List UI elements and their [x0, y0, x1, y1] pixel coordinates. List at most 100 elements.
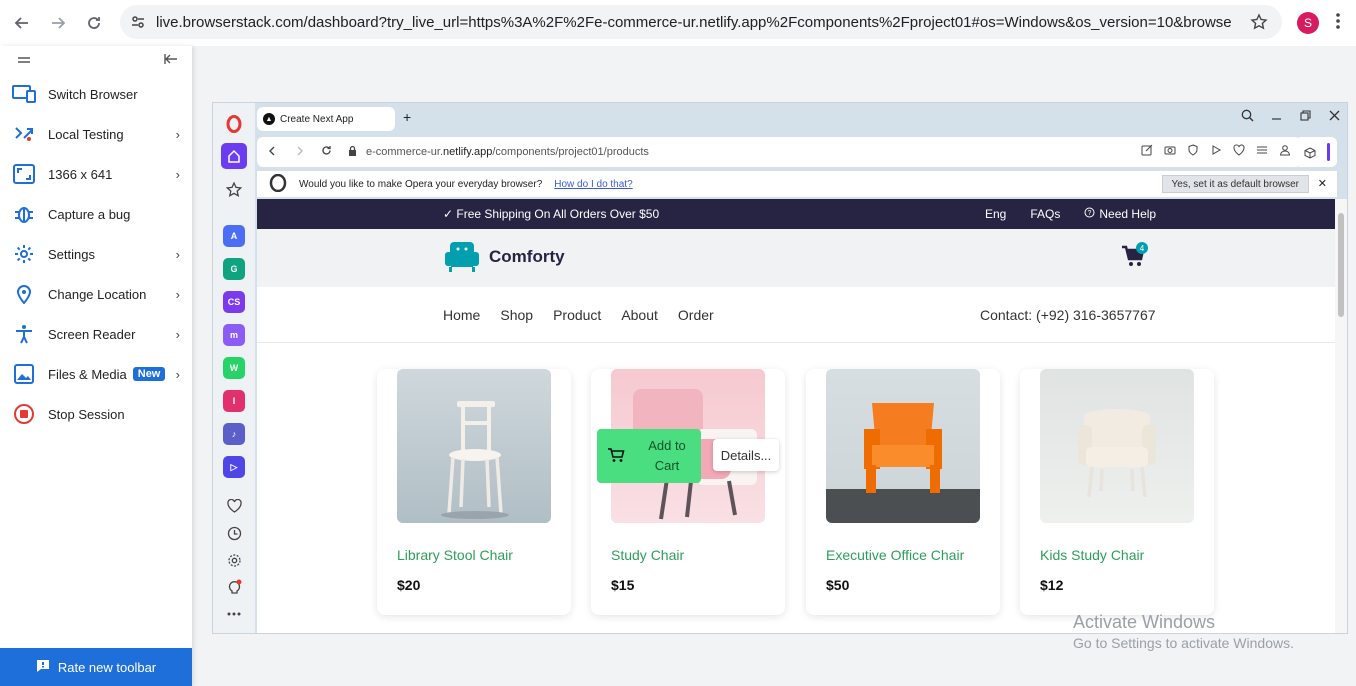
sidebar-item-label: Local Testing: [48, 126, 124, 142]
nav-product[interactable]: Product: [553, 307, 601, 323]
sidebar-item-screen-reader[interactable]: Screen Reader ›: [0, 314, 192, 354]
sofa-logo-icon: [445, 242, 479, 272]
site-logo[interactable]: Comforty: [443, 240, 565, 274]
url-text[interactable]: live.browserstack.com/dashboard?try_live…: [156, 14, 1231, 31]
chrome-menu-icon[interactable]: [1336, 12, 1340, 35]
opera-logo-icon[interactable]: [221, 111, 247, 137]
drag-handle-icon[interactable]: [18, 51, 30, 69]
play-icon[interactable]: [1210, 144, 1222, 159]
sidebar-item-files-media[interactable]: Files & Media New ›: [0, 354, 192, 394]
faqs-link[interactable]: FAQs: [1030, 207, 1060, 221]
set-default-button[interactable]: Yes, set it as default browser: [1161, 175, 1309, 193]
browser-tab[interactable]: ▲ Create Next App: [257, 107, 395, 131]
need-help-link[interactable]: ? Need Help: [1084, 207, 1156, 221]
nav-shop[interactable]: Shop: [500, 307, 533, 323]
product-name[interactable]: Study Chair: [611, 547, 684, 563]
sidebar-item-stop-session[interactable]: Stop Session: [0, 394, 192, 434]
search-icon[interactable]: [1241, 109, 1254, 125]
add-to-cart-button[interactable]: Add to Cart: [597, 429, 701, 483]
product-image[interactable]: [826, 369, 980, 523]
nav-order[interactable]: Order: [678, 307, 714, 323]
shield-icon[interactable]: [1187, 144, 1199, 159]
messenger-icon[interactable]: m: [221, 322, 247, 348]
sidebar-item-settings[interactable]: Settings ›: [0, 234, 192, 274]
lock-icon[interactable]: [348, 145, 357, 159]
product-image[interactable]: [397, 369, 551, 523]
product-name[interactable]: Executive Office Chair: [826, 547, 964, 563]
product-card[interactable]: Kids Study Chair $12: [1020, 369, 1214, 615]
instagram-icon[interactable]: I: [221, 388, 247, 414]
more-dots-icon[interactable]: [221, 601, 247, 627]
product-price: $50: [826, 577, 850, 593]
edit-icon[interactable]: [1141, 144, 1153, 159]
page-scrollbar[interactable]: [1335, 199, 1347, 633]
product-card[interactable]: Study Chair $15 Add to Cart Details...: [591, 369, 785, 615]
sidebar-item-change-location[interactable]: Change Location ›: [0, 274, 192, 314]
product-card[interactable]: Library Stool Chair $20: [377, 369, 571, 615]
aria-icon[interactable]: A: [221, 223, 247, 249]
opera-url[interactable]: e-commerce-ur.netlify.app/components/pro…: [366, 146, 649, 158]
nav-home[interactable]: Home: [443, 307, 480, 323]
chatgpt-icon[interactable]: G: [221, 256, 247, 282]
forward-button[interactable]: [40, 5, 76, 41]
chevron-right-icon: ›: [175, 166, 180, 182]
settings-gear-icon[interactable]: [221, 547, 247, 573]
product-price: $20: [397, 577, 421, 593]
local-testing-icon: [12, 122, 36, 146]
account-icon[interactable]: [1279, 144, 1291, 159]
music-player-icon[interactable]: ♪: [221, 421, 247, 447]
opera-address-bar[interactable]: e-commerce-ur.netlify.app/components/pro…: [257, 137, 1301, 167]
scrollbar-thumb[interactable]: [1338, 213, 1344, 317]
watermark-subtitle: Go to Settings to activate Windows.: [1073, 635, 1294, 651]
reload-icon[interactable]: [321, 145, 332, 159]
address-bar[interactable]: live.browserstack.com/dashboard?try_live…: [120, 5, 1282, 39]
language-selector[interactable]: Eng: [985, 207, 1006, 221]
reload-button[interactable]: [76, 5, 112, 41]
nav-about[interactable]: About: [621, 307, 658, 323]
heart-icon[interactable]: [221, 493, 247, 519]
new-tab-plus-icon[interactable]: +: [403, 109, 411, 125]
infobar-help-link[interactable]: How do I do that?: [554, 179, 632, 190]
product-image[interactable]: [1040, 369, 1194, 523]
sidebar-item-capture-bug[interactable]: Capture a bug: [0, 194, 192, 234]
chatsonic-icon[interactable]: CS: [221, 289, 247, 315]
player-icon[interactable]: ▷: [221, 454, 247, 480]
product-name[interactable]: Library Stool Chair: [397, 547, 513, 563]
rate-toolbar-button[interactable]: Rate new toolbar: [0, 648, 192, 686]
sidebar-item-resolution[interactable]: 1366 x 641 ›: [0, 154, 192, 194]
close-infobar-icon[interactable]: ✕: [1318, 177, 1327, 190]
restore-icon[interactable]: [1299, 109, 1312, 125]
home-icon[interactable]: [221, 143, 247, 169]
bookmark-star-icon[interactable]: [1250, 13, 1268, 36]
product-name[interactable]: Kids Study Chair: [1040, 547, 1144, 563]
switch-browser-icon: [12, 82, 36, 106]
minimize-icon[interactable]: [1270, 109, 1283, 125]
details-button[interactable]: Details...: [713, 439, 779, 471]
back-button[interactable]: [4, 5, 40, 41]
resolution-icon: [12, 162, 36, 186]
whatsapp-icon[interactable]: W: [221, 355, 247, 381]
product-card[interactable]: Executive Office Chair $50: [806, 369, 1000, 615]
history-clock-icon[interactable]: [221, 520, 247, 546]
site-info-icon[interactable]: [120, 14, 156, 30]
new-badge: New: [132, 367, 166, 381]
profile-avatar[interactable]: S: [1297, 12, 1319, 34]
extensions-cube-icon[interactable]: [1304, 146, 1316, 164]
sidebar-item-switch-browser[interactable]: Switch Browser: [0, 74, 192, 114]
sidebar-item-label: Capture a bug: [48, 206, 131, 222]
close-window-icon[interactable]: [1328, 109, 1341, 125]
sidebar-item-label: Stop Session: [48, 406, 125, 422]
forward-arrow-icon[interactable]: [295, 146, 305, 159]
sidebar-item-local-testing[interactable]: Local Testing ›: [0, 114, 192, 154]
favorite-heart-icon[interactable]: [1233, 144, 1245, 159]
menu-lines-icon[interactable]: [1256, 144, 1268, 159]
sidebar-item-label: Change Location: [48, 286, 147, 302]
back-arrow-icon[interactable]: [267, 146, 277, 159]
nav-links: Home Shop Product About Order: [443, 307, 714, 323]
collapse-sidebar-icon[interactable]: [164, 51, 178, 69]
cart-button[interactable]: 4: [1121, 242, 1148, 272]
cart-icon: [607, 447, 625, 466]
lightbulb-icon[interactable]: [221, 574, 247, 600]
speed-dial-star-icon[interactable]: [221, 177, 247, 203]
camera-icon[interactable]: [1164, 144, 1176, 159]
